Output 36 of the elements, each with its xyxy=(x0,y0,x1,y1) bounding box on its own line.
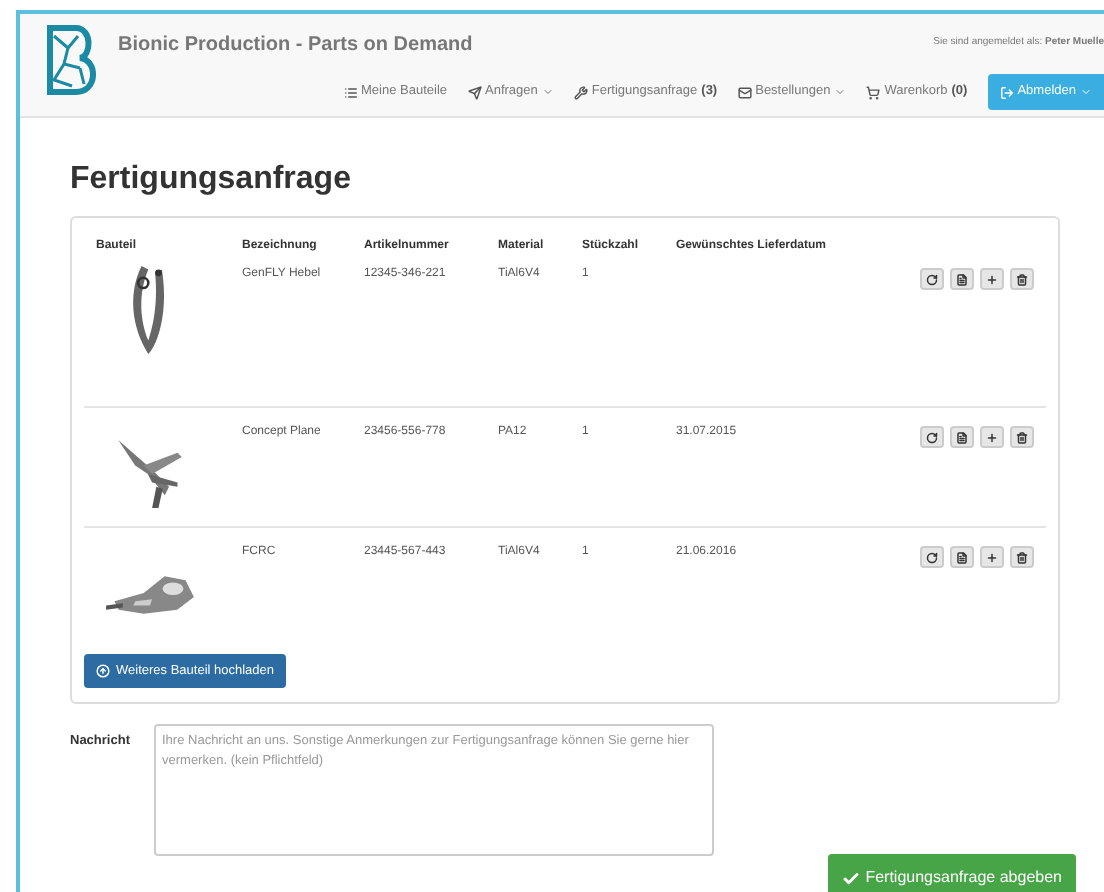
logout-icon xyxy=(999,85,1014,99)
plus-button[interactable] xyxy=(980,546,1004,568)
trash-icon xyxy=(1016,273,1028,285)
refresh-icon xyxy=(926,431,938,443)
document-button[interactable] xyxy=(950,426,974,448)
refresh-button[interactable] xyxy=(920,426,944,448)
document-icon xyxy=(956,431,968,443)
refresh-button[interactable] xyxy=(920,546,944,568)
upload-icon xyxy=(96,664,110,678)
document-button[interactable] xyxy=(950,546,974,568)
nav-icon xyxy=(343,85,357,99)
check-icon xyxy=(841,869,860,887)
trash-button[interactable] xyxy=(1010,268,1034,290)
nav-icon xyxy=(467,85,481,99)
trash-icon xyxy=(1016,431,1028,443)
refresh-icon xyxy=(926,273,938,285)
plus-button[interactable] xyxy=(980,268,1004,290)
plus-icon xyxy=(986,551,998,563)
trash-icon xyxy=(1016,551,1028,563)
document-button[interactable] xyxy=(950,268,974,290)
plus-icon xyxy=(986,431,998,443)
site-title: Bionic Production - Parts on Demand xyxy=(118,31,473,59)
nav-icon xyxy=(866,85,881,99)
refresh-icon xyxy=(926,551,938,563)
nav-icon xyxy=(737,85,752,99)
plus-icon xyxy=(986,273,998,285)
logo-icon xyxy=(44,24,100,96)
trash-button[interactable] xyxy=(1010,546,1034,568)
trash-button[interactable] xyxy=(1010,426,1034,448)
refresh-button[interactable] xyxy=(920,268,944,290)
document-icon xyxy=(956,273,968,285)
page-heading: Fertigungsanfrage xyxy=(70,160,353,200)
nav-icon xyxy=(573,85,588,99)
submit-button[interactable]: Fertigungsanfrage abgeben xyxy=(827,854,1076,892)
document-icon xyxy=(956,551,968,563)
plus-button[interactable] xyxy=(980,426,1004,448)
